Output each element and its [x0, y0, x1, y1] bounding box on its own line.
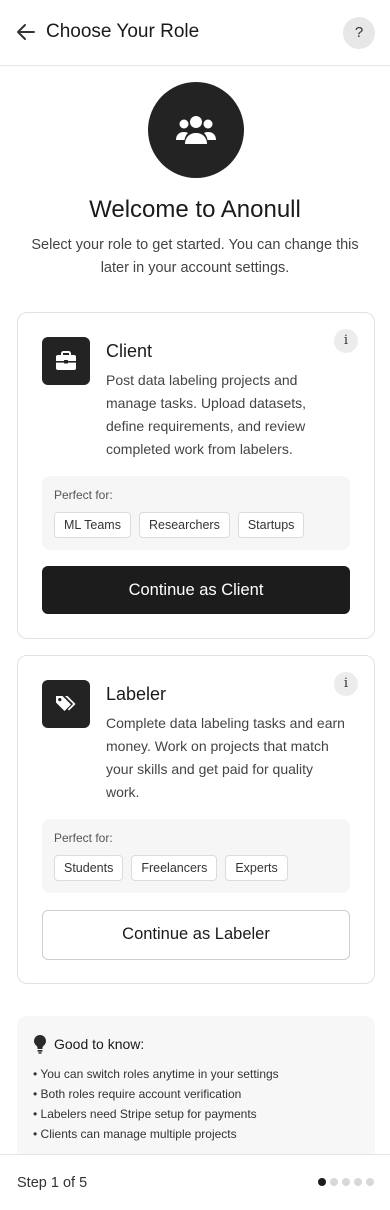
lightbulb-icon	[32, 1034, 48, 1054]
list-item: • Clients can manage multiple projects	[33, 1127, 237, 1141]
continue-as-client-button[interactable]: Continue as Client	[42, 566, 350, 614]
role-description: Post data labeling projects and manage t…	[106, 372, 307, 457]
role-card-client: i Client Post data labeling projects and…	[17, 312, 375, 639]
progress-dot	[354, 1178, 362, 1186]
role-card-labeler: i Labeler Complete data labeling tasks a…	[17, 655, 375, 984]
list-item: • Labelers need Stripe setup for payment…	[33, 1107, 257, 1121]
users-icon	[148, 82, 244, 178]
tag: Startups	[237, 512, 305, 538]
good-to-know-title: Good to know:	[54, 1036, 145, 1052]
tag: Researchers	[138, 512, 230, 538]
footer-bar: Step 1 of 5	[0, 1154, 390, 1210]
top-bar: Choose Your Role ?	[0, 0, 390, 66]
role-title: Labeler	[106, 684, 167, 704]
continue-as-labeler-button[interactable]: Continue as Labeler	[42, 910, 350, 960]
arrow-left-icon[interactable]	[14, 20, 38, 44]
step-indicator: Step 1 of 5	[17, 1175, 88, 1191]
perfect-for-box: Perfect for: Students Freelancers Expert…	[42, 819, 350, 893]
role-description: Complete data labeling tasks and earn mo…	[106, 715, 345, 800]
progress-dot	[330, 1178, 338, 1186]
progress-dot	[366, 1178, 374, 1186]
tags-icon	[42, 680, 90, 728]
page-title: Choose Your Role	[46, 21, 200, 42]
briefcase-icon	[42, 337, 90, 385]
progress-dot	[318, 1178, 326, 1186]
list-item: • Both roles require account verificatio…	[33, 1087, 242, 1101]
tag: Experts	[225, 855, 288, 881]
tag: Freelancers	[131, 855, 218, 881]
good-to-know-list: • You can switch roles anytime in your s…	[33, 1064, 279, 1144]
perfect-for-label: Perfect for:	[54, 831, 113, 845]
list-item: • You can switch roles anytime in your s…	[33, 1067, 279, 1081]
perfect-for-label: Perfect for:	[54, 488, 113, 502]
help-button[interactable]: ?	[343, 17, 375, 49]
good-to-know-panel: Good to know: • You can switch roles any…	[17, 1016, 375, 1166]
perfect-for-box: Perfect for: ML Teams Researchers Startu…	[42, 476, 350, 550]
welcome-subtitle: Select your role to get started. You can…	[31, 237, 359, 276]
tag: ML Teams	[54, 512, 131, 538]
role-title: Client	[106, 341, 153, 361]
tag: Students	[54, 855, 124, 881]
progress-dots	[318, 1178, 374, 1186]
tag-list: ML Teams Researchers Startups	[54, 512, 305, 538]
progress-dot	[342, 1178, 350, 1186]
tag-list: Students Freelancers Experts	[54, 855, 288, 881]
info-icon[interactable]: i	[334, 672, 358, 696]
info-icon[interactable]: i	[334, 329, 358, 353]
welcome-heading: Welcome to Anonull	[89, 196, 301, 223]
